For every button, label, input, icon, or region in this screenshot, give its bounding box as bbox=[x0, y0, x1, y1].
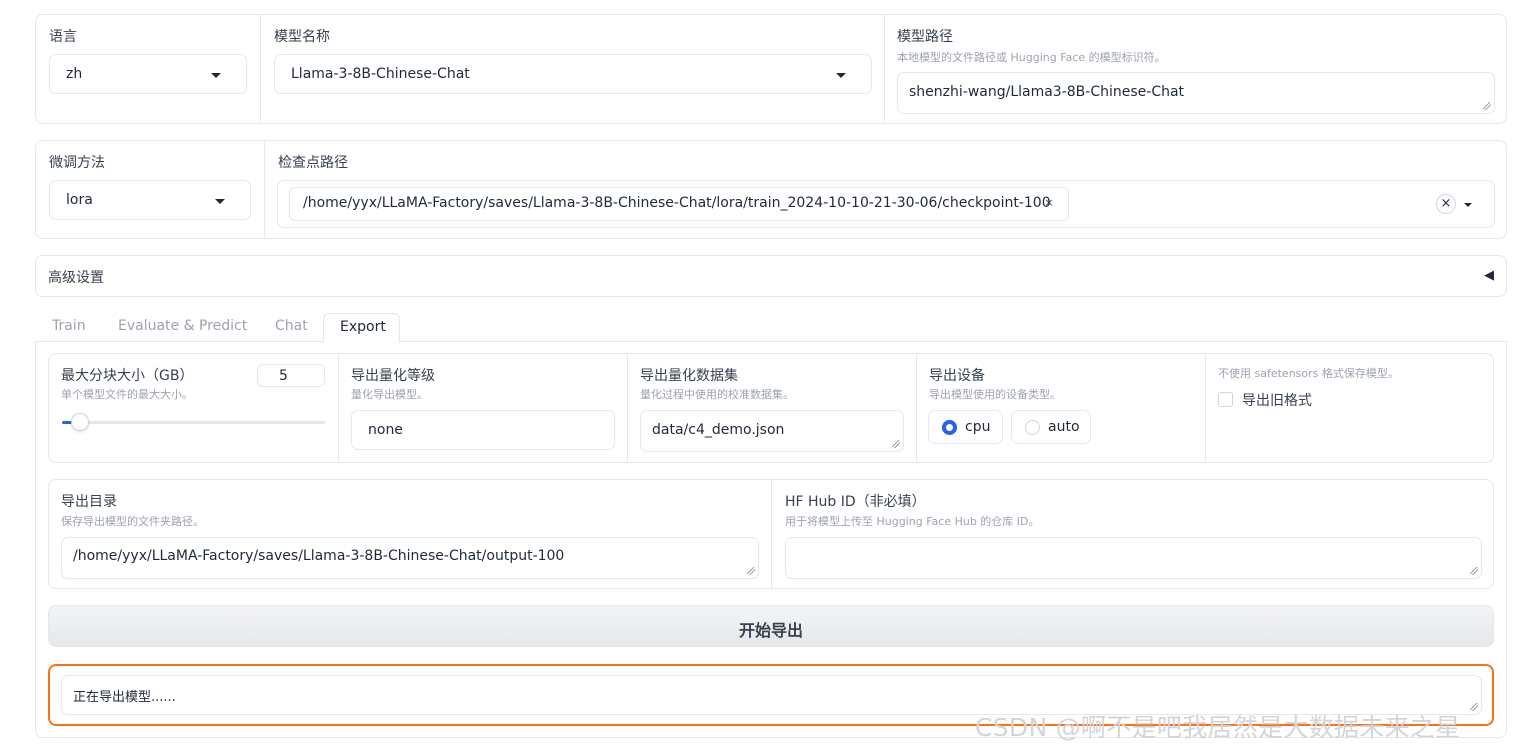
tab-train[interactable]: Train bbox=[52, 318, 86, 334]
resize-handle-icon[interactable] bbox=[747, 567, 755, 575]
model-name-dropdown[interactable]: Llama-3-8B-Chinese-Chat bbox=[274, 54, 872, 94]
radio-unselected-icon bbox=[1025, 420, 1040, 435]
adapter-settings-row: 微调方法 lora 检查点路径 /home/yyx/LLaMA-Factory/… bbox=[35, 140, 1507, 239]
start-export-button[interactable]: 开始导出 bbox=[48, 605, 1494, 647]
quant-dataset-cell: 导出量化数据集 量化过程中使用的校准数据集。 data/c4_demo.json bbox=[627, 354, 916, 462]
quant-bit-dropdown[interactable]: none bbox=[351, 410, 615, 450]
shard-size-value: 5 bbox=[279, 368, 288, 384]
export-dir-info: 保存导出模型的文件夹路径。 bbox=[61, 515, 204, 528]
device-radio-auto[interactable]: auto bbox=[1011, 410, 1091, 444]
chevron-down-icon bbox=[1464, 203, 1472, 207]
model-name-cell: 模型名称 Llama-3-8B-Chinese-Chat bbox=[260, 15, 884, 123]
collapse-arrow-icon: ◀ bbox=[1484, 268, 1494, 283]
model-path-value: shenzhi-wang/Llama3-8B-Chinese-Chat bbox=[909, 84, 1185, 100]
export-dir-label: 导出目录 bbox=[61, 494, 117, 510]
clear-icon[interactable]: × bbox=[1436, 194, 1456, 214]
quant-bit-value: none bbox=[368, 422, 403, 438]
quant-bit-cell: 导出量化等级 量化导出模型。 none bbox=[338, 354, 627, 462]
export-options-row: 最大分块大小（GB） 单个模型文件的最大大小。 5 导出量化等级 量化导出模型。… bbox=[48, 353, 1494, 463]
tab-export-label: Export bbox=[340, 319, 386, 335]
shard-size-slider[interactable] bbox=[62, 413, 325, 431]
export-dir-cell: 导出目录 保存导出模型的文件夹路径。 /home/yyx/LLaMA-Facto… bbox=[49, 480, 771, 588]
hub-id-label: HF Hub ID（非必填） bbox=[785, 494, 926, 510]
lang-label: 语言 bbox=[49, 29, 77, 45]
finetune-dropdown[interactable]: lora bbox=[49, 180, 251, 220]
advanced-settings-accordion[interactable]: 高级设置 ◀ bbox=[35, 255, 1507, 297]
device-label: 导出设备 bbox=[929, 368, 985, 384]
hub-id-input[interactable] bbox=[785, 537, 1482, 579]
finetune-value: lora bbox=[66, 192, 93, 208]
chevron-down-icon bbox=[215, 199, 225, 204]
export-dir-input[interactable]: /home/yyx/LLaMA-Factory/saves/Llama-3-8B… bbox=[61, 537, 759, 579]
shard-size-number[interactable]: 5 bbox=[257, 364, 325, 387]
shard-size-cell: 最大分块大小（GB） 单个模型文件的最大大小。 5 bbox=[49, 354, 338, 462]
radio-selected-icon bbox=[942, 420, 957, 435]
finetune-cell: 微调方法 lora bbox=[36, 141, 264, 238]
quant-bit-info: 量化导出模型。 bbox=[351, 388, 428, 401]
legacy-format-info: 不使用 safetensors 格式保存模型。 bbox=[1218, 367, 1399, 380]
lang-value: zh bbox=[66, 66, 83, 82]
lang-dropdown[interactable]: zh bbox=[49, 54, 247, 94]
checkpoint-label: 检查点路径 bbox=[278, 155, 348, 171]
hub-id-cell: HF Hub ID（非必填） 用于将模型上传至 Hugging Face Hub… bbox=[771, 480, 1493, 588]
start-export-label: 开始导出 bbox=[738, 621, 803, 640]
legacy-format-label: 导出旧格式 bbox=[1242, 393, 1312, 409]
export-target-row: 导出目录 保存导出模型的文件夹路径。 /home/yyx/LLaMA-Facto… bbox=[48, 479, 1494, 589]
model-path-input[interactable]: shenzhi-wang/Llama3-8B-Chinese-Chat bbox=[897, 72, 1495, 114]
checkpoint-multiselect[interactable]: /home/yyx/LLaMA-Factory/saves/Llama-3-8B… bbox=[277, 180, 1495, 228]
quant-bit-label: 导出量化等级 bbox=[351, 368, 435, 384]
slider-thumb[interactable] bbox=[71, 413, 89, 431]
checkpoint-chip-text: /home/yyx/LLaMA-Factory/saves/Llama-3-8B… bbox=[303, 195, 1051, 211]
shard-size-info: 单个模型文件的最大大小。 bbox=[61, 388, 193, 401]
quant-dataset-value: data/c4_demo.json bbox=[652, 422, 785, 438]
shard-size-label: 最大分块大小（GB） bbox=[61, 368, 194, 384]
lang-cell: 语言 zh bbox=[36, 15, 260, 123]
chevron-down-icon bbox=[211, 73, 221, 78]
checkpoint-chip: /home/yyx/LLaMA-Factory/saves/Llama-3-8B… bbox=[289, 187, 1069, 221]
advanced-settings-label: 高级设置 bbox=[48, 270, 104, 286]
model-name-label: 模型名称 bbox=[274, 29, 330, 45]
legacy-format-checkbox[interactable] bbox=[1218, 392, 1233, 407]
model-path-cell: 模型路径 本地模型的文件路径或 Hugging Face 的模型标识符。 she… bbox=[884, 15, 1506, 123]
device-radio-cpu[interactable]: cpu bbox=[928, 410, 1003, 444]
model-path-label: 模型路径 bbox=[897, 29, 953, 45]
tab-export[interactable]: Export bbox=[323, 313, 400, 343]
hub-id-info: 用于将模型上传至 Hugging Face Hub 的仓库 ID。 bbox=[785, 515, 1040, 528]
model-path-info: 本地模型的文件路径或 Hugging Face 的模型标识符。 bbox=[897, 51, 1166, 64]
resize-handle-icon[interactable] bbox=[892, 440, 900, 448]
chevron-down-icon bbox=[836, 73, 846, 78]
quant-dataset-input[interactable]: data/c4_demo.json bbox=[640, 410, 904, 452]
quant-dataset-label: 导出量化数据集 bbox=[640, 368, 738, 384]
finetune-label: 微调方法 bbox=[49, 155, 105, 171]
tab-chat[interactable]: Chat bbox=[275, 318, 308, 334]
device-cell: 导出设备 导出模型使用的设备类型。 bbox=[916, 354, 1205, 462]
quant-dataset-info: 量化过程中使用的校准数据集。 bbox=[640, 388, 794, 401]
legacy-format-cell: 不使用 safetensors 格式保存模型。 导出旧格式 bbox=[1205, 354, 1493, 462]
resize-handle-icon[interactable] bbox=[1470, 703, 1478, 711]
checkpoint-cell: 检查点路径 /home/yyx/LLaMA-Factory/saves/Llam… bbox=[264, 141, 1506, 238]
export-dir-value: /home/yyx/LLaMA-Factory/saves/Llama-3-8B… bbox=[73, 548, 565, 564]
resize-handle-icon[interactable] bbox=[1470, 567, 1478, 575]
resize-handle-icon[interactable] bbox=[1483, 102, 1491, 110]
export-status-text: 正在导出模型...... bbox=[73, 690, 176, 705]
chip-remove-icon[interactable]: × bbox=[1041, 195, 1057, 211]
csdn-watermark: CSDN @啊不是吧我居然是大数据未来之星 bbox=[975, 713, 1461, 742]
device-cpu-label: cpu bbox=[965, 419, 991, 435]
device-auto-label: auto bbox=[1048, 419, 1080, 435]
model-settings-row: 语言 zh 模型名称 Llama-3-8B-Chinese-Chat 模型路径 … bbox=[35, 14, 1507, 124]
model-name-value: Llama-3-8B-Chinese-Chat bbox=[291, 66, 470, 82]
device-info: 导出模型使用的设备类型。 bbox=[929, 388, 1061, 401]
tab-evaluate-predict[interactable]: Evaluate & Predict bbox=[118, 318, 247, 334]
